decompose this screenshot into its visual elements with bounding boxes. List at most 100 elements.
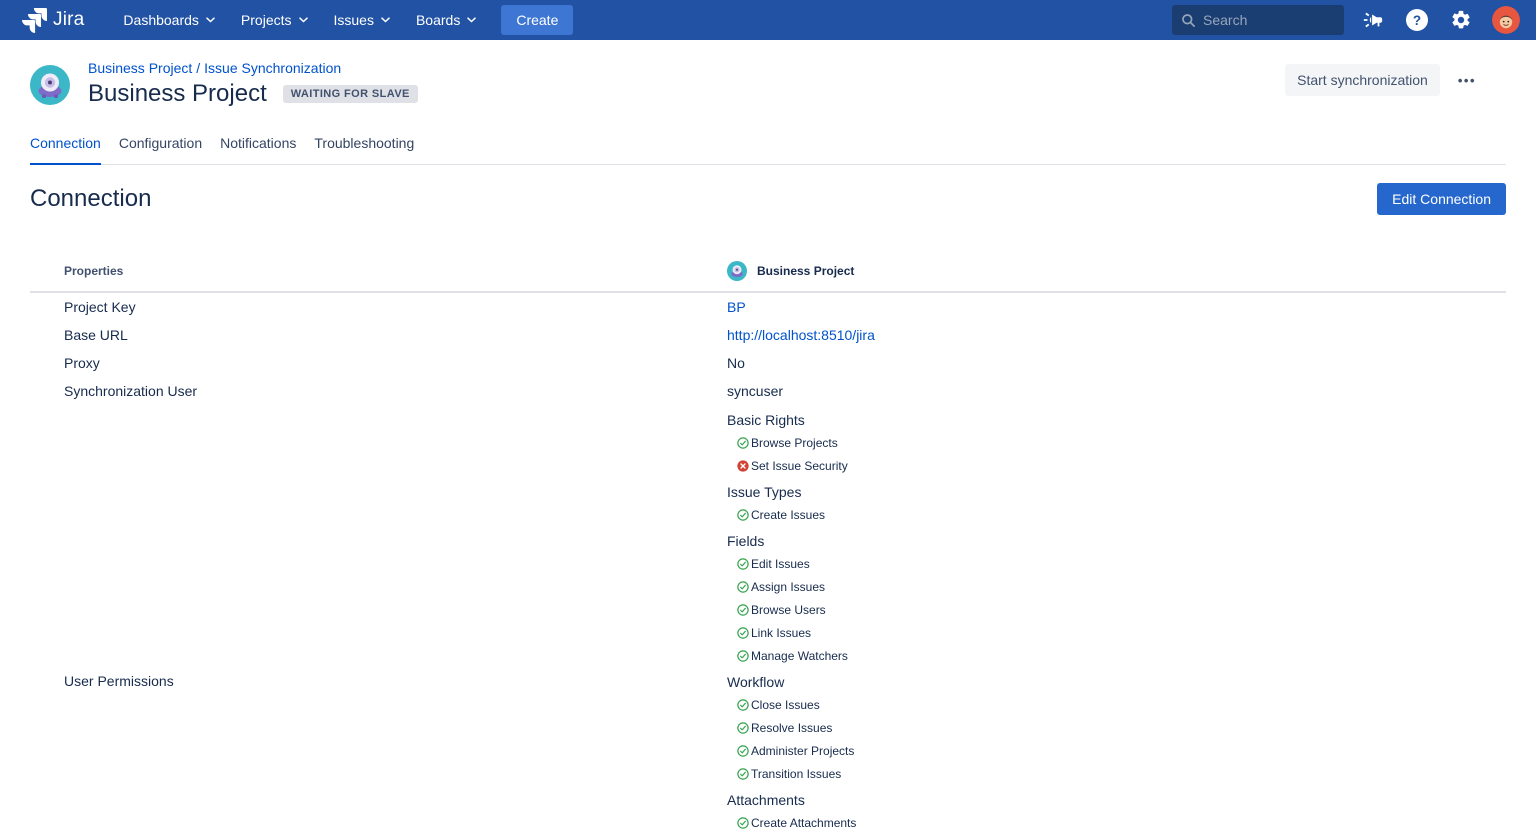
check-icon	[737, 745, 749, 757]
breadcrumb-page-link[interactable]: Issue Synchronization	[204, 60, 341, 76]
permission-group-heading: Fields	[727, 529, 1506, 552]
permission-item: Resolve Issues	[727, 716, 1506, 739]
property-label: Proxy	[64, 355, 727, 371]
permission-item: Set Issue Security	[727, 454, 1506, 477]
nav-item-issues[interactable]: Issues	[321, 0, 403, 40]
table-row: Project Key BP	[30, 293, 1506, 321]
more-actions-button[interactable]: •••	[1458, 73, 1476, 88]
permission-item-label: Manage Watchers	[751, 649, 848, 663]
project-key-value[interactable]: BP	[727, 299, 746, 315]
project-avatar-small	[727, 261, 747, 281]
breadcrumb-separator: /	[196, 60, 200, 76]
start-synchronization-button[interactable]: Start synchronization	[1285, 64, 1440, 96]
breadcrumb: Business Project/Issue Synchronization	[88, 60, 418, 76]
permission-item: Assign Issues	[727, 575, 1506, 598]
permission-group: WorkflowClose IssuesResolve IssuesAdmini…	[727, 670, 1506, 785]
permission-group-heading: Workflow	[727, 670, 1506, 693]
header-main: Business Project/Issue Synchronization B…	[30, 60, 418, 108]
property-label: Synchronization User	[64, 383, 727, 399]
svg-text:?: ?	[1413, 13, 1421, 28]
nav-left: Jira Dashboards Projects Issues Boards C…	[22, 0, 573, 40]
permission-item-label: Link Issues	[751, 626, 811, 640]
top-navigation-bar: Jira Dashboards Projects Issues Boards C…	[0, 0, 1536, 40]
permission-group: AttachmentsCreate Attachments	[727, 788, 1506, 830]
permission-item: Manage Watchers	[727, 644, 1506, 667]
check-icon	[737, 437, 749, 449]
status-badge: WAITING FOR SLAVE	[283, 85, 418, 103]
permission-item-label: Resolve Issues	[751, 721, 832, 735]
check-icon	[737, 627, 749, 639]
tab-troubleshooting[interactable]: Troubleshooting	[314, 135, 414, 164]
chevron-down-icon	[206, 17, 215, 23]
remote-project-name: Business Project	[757, 264, 854, 278]
cross-icon	[737, 460, 749, 472]
check-icon	[737, 722, 749, 734]
base-url-value[interactable]: http://localhost:8510/jira	[727, 327, 875, 343]
header-actions: Start synchronization •••	[1285, 64, 1476, 96]
permission-item-label: Browse Users	[751, 603, 826, 617]
user-permissions-row: User Permissions Basic RightsBrowse Proj…	[30, 405, 1506, 830]
breadcrumb-project-link[interactable]: Business Project	[88, 60, 192, 76]
remote-project-column-header: Business Project	[727, 261, 1506, 281]
tab-connection[interactable]: Connection	[30, 135, 101, 165]
create-button[interactable]: Create	[501, 5, 573, 35]
permission-group-heading: Attachments	[727, 788, 1506, 811]
proxy-value: No	[727, 355, 745, 371]
permission-item-label: Close Issues	[751, 698, 820, 712]
connection-table: Properties Business Project Project Key …	[30, 251, 1506, 830]
table-row: Synchronization User syncuser	[30, 377, 1506, 405]
nav-item-projects[interactable]: Projects	[228, 0, 321, 40]
permission-group: Basic RightsBrowse ProjectsSet Issue Sec…	[727, 408, 1506, 477]
check-icon	[737, 768, 749, 780]
nav-item-boards[interactable]: Boards	[403, 0, 489, 40]
chevron-down-icon	[381, 17, 390, 23]
user-permissions-label: User Permissions	[64, 405, 727, 830]
edit-connection-button[interactable]: Edit Connection	[1377, 183, 1506, 215]
permission-groups: Basic RightsBrowse ProjectsSet Issue Sec…	[727, 405, 1506, 830]
nav-item-label: Projects	[241, 12, 292, 28]
check-icon	[737, 817, 749, 829]
permission-item-label: Assign Issues	[751, 580, 825, 594]
permission-item: Transition Issues	[727, 762, 1506, 785]
page-title: Business Project	[88, 80, 267, 108]
permission-group-heading: Issue Types	[727, 480, 1506, 503]
announcement-icon[interactable]	[1358, 5, 1388, 35]
permission-item-label: Create Issues	[751, 508, 825, 522]
table-header-row: Properties Business Project	[30, 251, 1506, 293]
tab-configuration[interactable]: Configuration	[119, 135, 202, 164]
property-label: Base URL	[64, 327, 727, 343]
settings-gear-icon[interactable]	[1446, 5, 1476, 35]
project-avatar	[30, 65, 70, 105]
tab-notifications[interactable]: Notifications	[220, 135, 296, 164]
nav-item-dashboards[interactable]: Dashboards	[110, 0, 228, 40]
chevron-down-icon	[299, 17, 308, 23]
jira-home-link[interactable]: Jira	[22, 8, 84, 33]
section-title: Connection	[30, 185, 151, 213]
property-label: Project Key	[64, 299, 727, 315]
permission-group: Issue Types Create Issues	[727, 480, 1506, 526]
section-head: Connection Edit Connection	[30, 183, 1506, 215]
tab-bar: Connection Configuration Notifications T…	[30, 135, 1506, 165]
nav-item-label: Issues	[334, 12, 374, 28]
page-header: Business Project/Issue Synchronization B…	[0, 40, 1536, 108]
check-icon	[737, 558, 749, 570]
search-icon	[1181, 13, 1196, 28]
permission-item: Create Issues	[727, 503, 1506, 526]
check-icon	[737, 509, 749, 521]
connection-section: Connection Edit Connection Properties Bu…	[0, 183, 1536, 830]
title-row: Business Project WAITING FOR SLAVE	[88, 80, 418, 108]
search-input[interactable]	[1203, 12, 1328, 28]
permission-group-heading: Basic Rights	[727, 408, 1506, 431]
permission-item: Browse Projects	[727, 431, 1506, 454]
help-icon[interactable]: ?	[1402, 5, 1432, 35]
synchronization-user-value: syncuser	[727, 383, 783, 399]
permission-item: Edit Issues	[727, 552, 1506, 575]
user-avatar[interactable]	[1492, 6, 1520, 34]
properties-column-header: Properties	[64, 264, 727, 278]
search-box[interactable]	[1172, 5, 1344, 35]
permission-item: Close Issues	[727, 693, 1506, 716]
permission-item-label: Edit Issues	[751, 557, 810, 571]
table-row: Base URL http://localhost:8510/jira	[30, 321, 1506, 349]
permission-item: Create Attachments	[727, 811, 1506, 830]
jira-brand-text: Jira	[53, 9, 84, 31]
